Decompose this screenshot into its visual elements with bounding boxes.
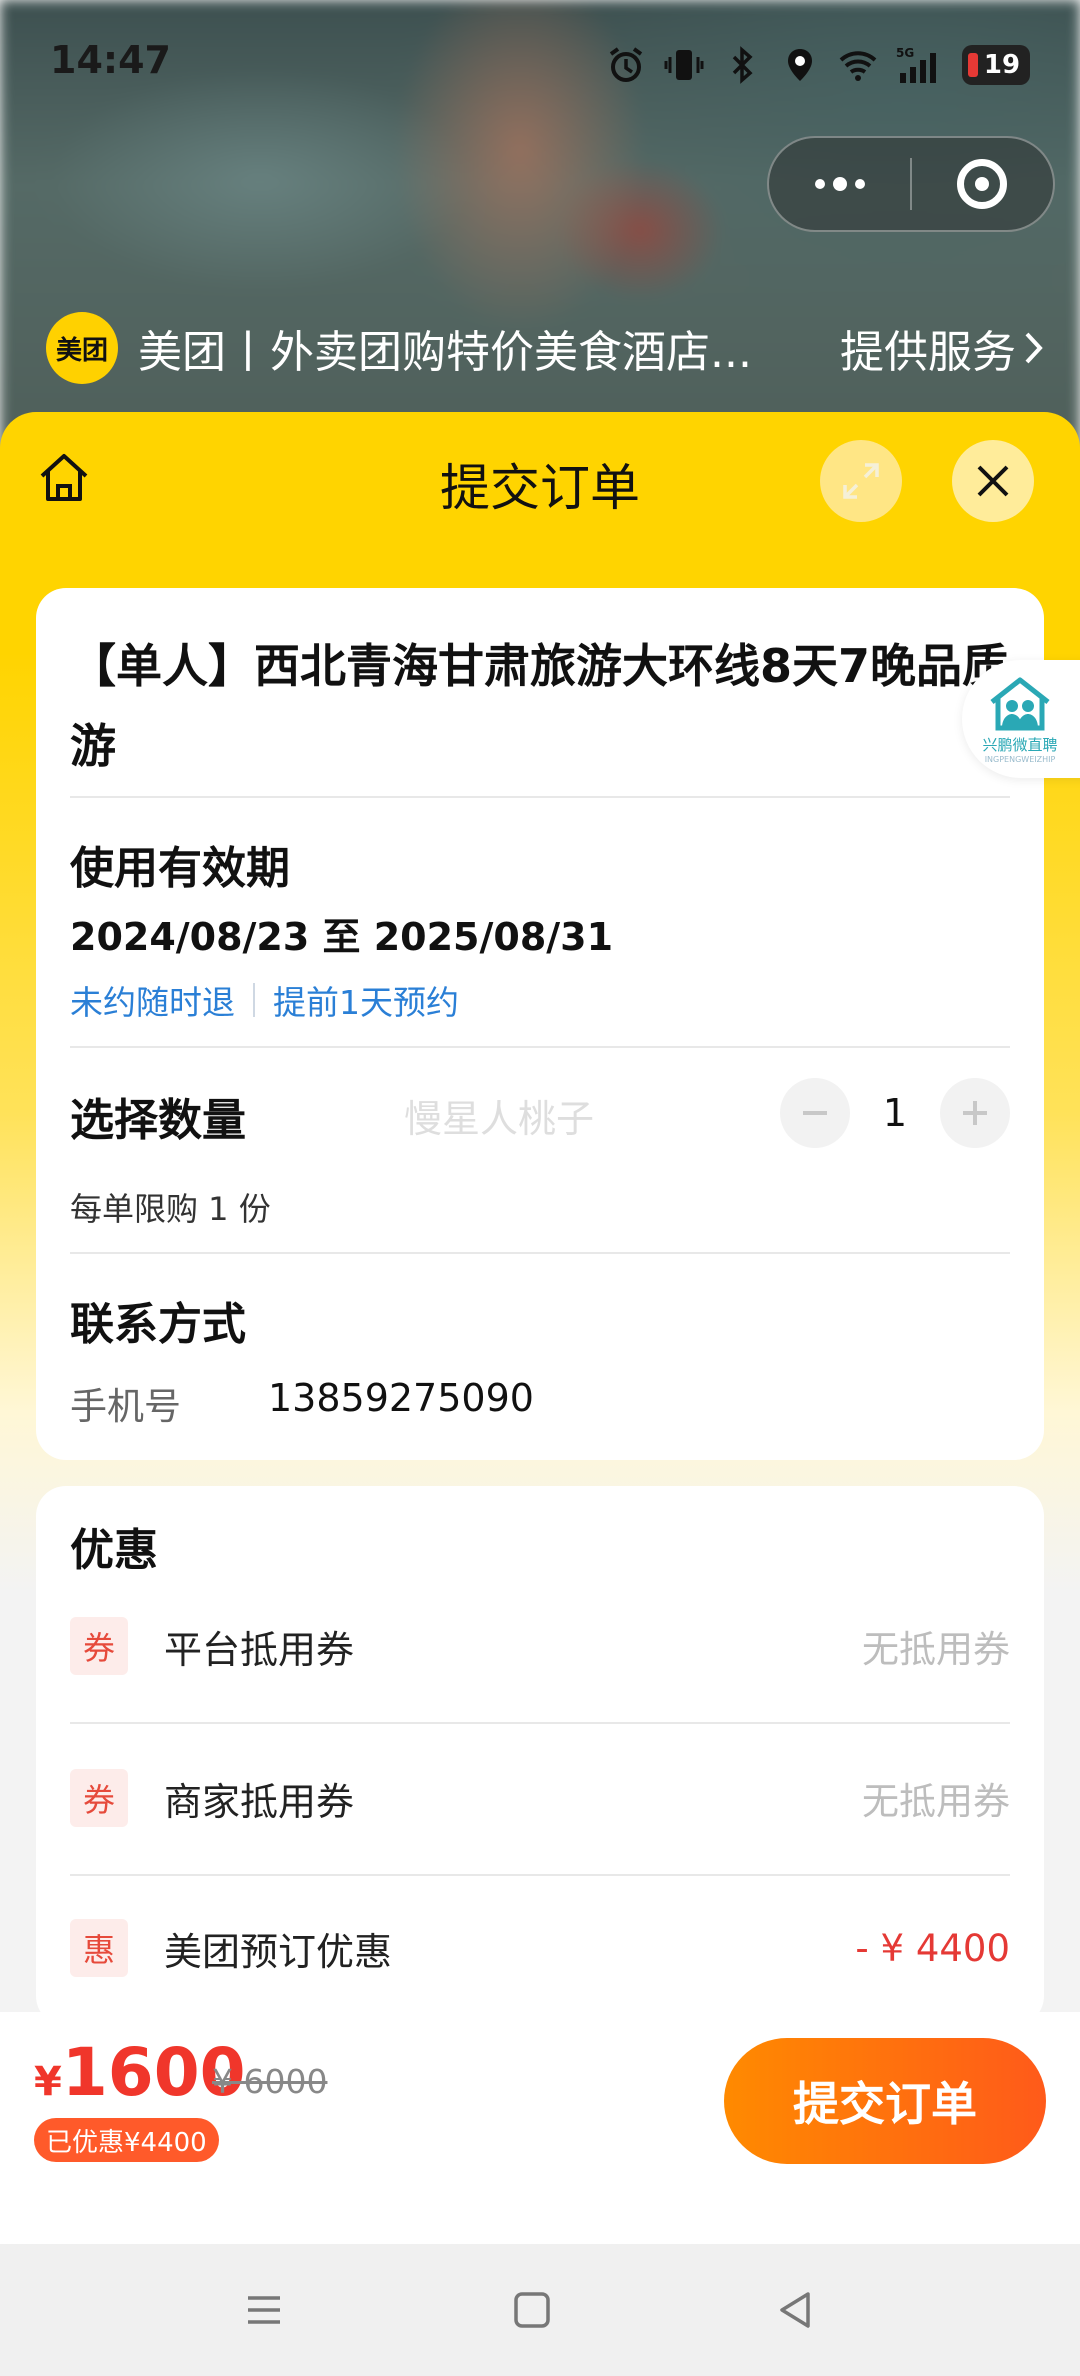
validity-tags: 未约随时退 提前1天预约 <box>70 976 459 1024</box>
svg-text:5G: 5G <box>896 46 914 60</box>
validity-label: 使用有效期 <box>70 843 290 894</box>
meituan-logo: 美团 <box>46 312 118 384</box>
provider-row: 美团 美团丨外卖团购特价美食酒店... 提供服务 <box>46 310 1046 386</box>
validity-dates: 2024/08/23 至 2025/08/31 <box>70 915 614 959</box>
coupon-badge: 券 <box>70 1769 128 1827</box>
mini-program-capsule <box>767 136 1055 232</box>
discount-card: 优惠 券 平台抵用券 无抵用券 券 商家抵用券 无抵用券 惠 美团预订优惠 - … <box>36 1486 1044 2026</box>
recruit-widget-sublabel: INGPENGWEIZHIP <box>984 755 1056 764</box>
battery-level: 19 <box>983 50 1021 80</box>
recruit-widget-label: 兴鹏微直聘 <box>982 736 1058 754</box>
divider <box>70 1874 1010 1876</box>
refund-tag: 未约随时退 <box>70 983 235 1022</box>
product-card: 【单人】西北青海甘肃旅游大环线8天7晚品质游 使用有效期 2024/08/23 … <box>36 588 1044 1460</box>
more-menu-button[interactable] <box>769 136 910 232</box>
location-icon <box>788 49 812 81</box>
discount-name: 美团预订优惠 <box>164 1929 393 1974</box>
watermark-text: 慢星人桃子 <box>404 1097 595 1141</box>
provider-name: 美团丨外卖团购特价美食酒店... <box>138 327 752 378</box>
increase-button[interactable] <box>940 1078 1010 1148</box>
booking-tag: 提前1天预约 <box>273 983 459 1022</box>
booking-discount-row[interactable]: 惠 美团预订优惠 - ¥ 4400 <box>70 1898 1010 1998</box>
product-title: 【单人】西北青海甘肃旅游大环线8天7晚品质游 <box>70 639 1009 773</box>
quantity-stepper: 1 <box>780 1078 1010 1148</box>
status-bar: 14:47 5G 19 <box>0 0 1080 130</box>
close-button[interactable] <box>952 440 1034 522</box>
vibrate-icon <box>664 50 704 80</box>
purchase-limit: 每单限购 1 份 <box>70 1190 271 1228</box>
coupon-value: 无抵用券 <box>862 1780 1010 1823</box>
signal-5g-icon: 5G <box>896 46 936 83</box>
house-people-icon <box>990 677 1050 731</box>
decrease-button[interactable] <box>780 1078 850 1148</box>
minus-icon <box>803 1111 827 1115</box>
saved-badge: 已优惠¥4400 <box>34 2118 219 2162</box>
sheet-title: 提交订单 <box>440 459 640 517</box>
discount-amount: - ¥ 4400 <box>855 1926 1010 1970</box>
provide-service-label: 提供服务 <box>840 327 1016 378</box>
divider <box>70 796 1010 798</box>
bluetooth-icon <box>732 46 753 84</box>
contact-label: 联系方式 <box>70 1299 246 1350</box>
merchant-coupon-row[interactable]: 券 商家抵用券 无抵用券 <box>70 1748 1010 1848</box>
coupon-value: 无抵用券 <box>862 1628 1010 1671</box>
close-icon <box>977 465 1009 497</box>
plus-icon <box>963 1101 987 1125</box>
currency-symbol: ¥ <box>34 2059 62 2105</box>
provide-service-link[interactable]: 提供服务 <box>840 316 1046 380</box>
divider <box>70 1722 1010 1724</box>
submit-order-button[interactable]: 提交订单 <box>724 2038 1046 2164</box>
coupon-badge: 券 <box>70 1617 128 1675</box>
divider <box>70 1046 1010 1048</box>
home-nav-icon[interactable] <box>510 2288 554 2332</box>
divider <box>70 1252 1010 1254</box>
back-icon[interactable] <box>774 2288 818 2332</box>
sheet-header: 提交订单 <box>0 412 1080 548</box>
order-summary-bar: ¥ 1600 ¥ 6000 已优惠¥4400 提交订单 <box>0 2012 1080 2244</box>
phone-field[interactable]: 13859275090 <box>268 1376 534 1420</box>
system-nav-bar <box>0 2244 1080 2376</box>
app-root: 14:47 5G 19 美团 美团丨外卖团购特价美食酒店... 提供服务 提交订… <box>0 0 1080 2376</box>
expand-icon <box>843 463 879 499</box>
chevron-right-icon <box>1025 332 1043 364</box>
recruit-widget[interactable]: 兴鹏微直聘 INGPENGWEIZHIP <box>962 660 1080 778</box>
coupon-name: 商家抵用券 <box>164 1779 355 1824</box>
status-icons: 5G 19 <box>606 40 1030 90</box>
phone-label: 手机号 <box>70 1385 181 1428</box>
exit-mini-program-button[interactable] <box>912 136 1053 232</box>
coupon-name: 平台抵用券 <box>164 1627 355 1672</box>
more-dots-icon <box>814 177 865 191</box>
quantity-value: 1 <box>882 1091 908 1135</box>
battery-indicator: 19 <box>962 45 1030 85</box>
discount-badge: 惠 <box>70 1919 128 1977</box>
target-icon <box>957 159 1008 209</box>
platform-coupon-row[interactable]: 券 平台抵用券 无抵用券 <box>70 1596 1010 1696</box>
quantity-label: 选择数量 <box>70 1095 246 1146</box>
original-price: ¥ 6000 <box>212 2062 328 2101</box>
discount-label: 优惠 <box>70 1525 158 1576</box>
menu-icon[interactable] <box>242 2288 286 2332</box>
expand-button[interactable] <box>820 440 902 522</box>
wifi-icon <box>839 51 877 81</box>
tag-separator <box>253 983 255 1017</box>
status-time: 14:47 <box>50 38 171 82</box>
alarm-icon <box>609 47 643 82</box>
